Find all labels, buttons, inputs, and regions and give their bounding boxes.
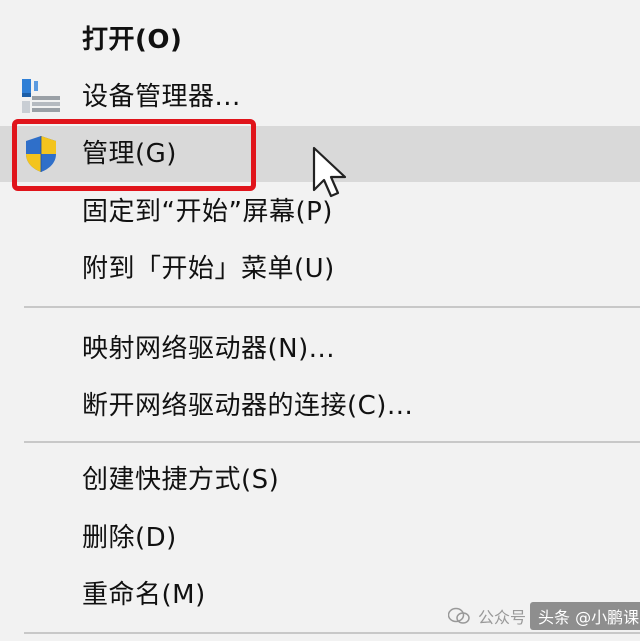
uac-shield-icon [20, 134, 62, 174]
menu-item-map-network-drive-label: 映射网络驱动器(N)... [82, 334, 336, 364]
context-menu: 打开(O) 设备管理器... 管理(G) 固定到“开始”屏幕(P) 附到「开始」… [0, 0, 640, 641]
menu-item-create-shortcut-label: 创建快捷方式(S) [82, 465, 280, 495]
mouse-pointer-icon [310, 146, 350, 202]
menu-separator [24, 632, 640, 634]
menu-item-device-manager-label: 设备管理器... [82, 82, 241, 112]
menu-item-open[interactable]: 打开(O) [0, 12, 640, 68]
menu-item-attach-to-start-menu[interactable]: 附到「开始」菜单(U) [0, 241, 640, 297]
menu-item-pin-to-start-label: 固定到“开始”屏幕(P) [82, 197, 333, 227]
menu-item-delete-label: 删除(D) [82, 523, 177, 553]
menu-item-device-manager[interactable]: 设备管理器... [0, 69, 640, 125]
wechat-icon [447, 607, 470, 625]
menu-item-disconnect-network-drive-label: 断开网络驱动器的连接(C)... [82, 391, 414, 421]
menu-item-attach-to-start-menu-label: 附到「开始」菜单(U) [82, 254, 335, 284]
watermark-publisher: 公众号 [478, 608, 527, 627]
menu-separator [24, 306, 640, 308]
watermark: 公众号 头条 @小鹏课堂 [447, 600, 640, 632]
watermark-text: 头条 @小鹏课堂 [530, 602, 640, 630]
menu-item-disconnect-network-drive[interactable]: 断开网络驱动器的连接(C)... [0, 378, 640, 434]
device-manager-icon [20, 77, 62, 117]
menu-item-map-network-drive[interactable]: 映射网络驱动器(N)... [0, 321, 640, 377]
menu-item-manage-label: 管理(G) [82, 139, 177, 169]
menu-item-delete[interactable]: 删除(D) [0, 510, 640, 566]
menu-separator [24, 441, 640, 443]
menu-item-create-shortcut[interactable]: 创建快捷方式(S) [0, 452, 640, 508]
menu-item-open-label: 打开(O) [82, 25, 183, 55]
menu-item-rename-label: 重命名(M) [82, 580, 206, 610]
